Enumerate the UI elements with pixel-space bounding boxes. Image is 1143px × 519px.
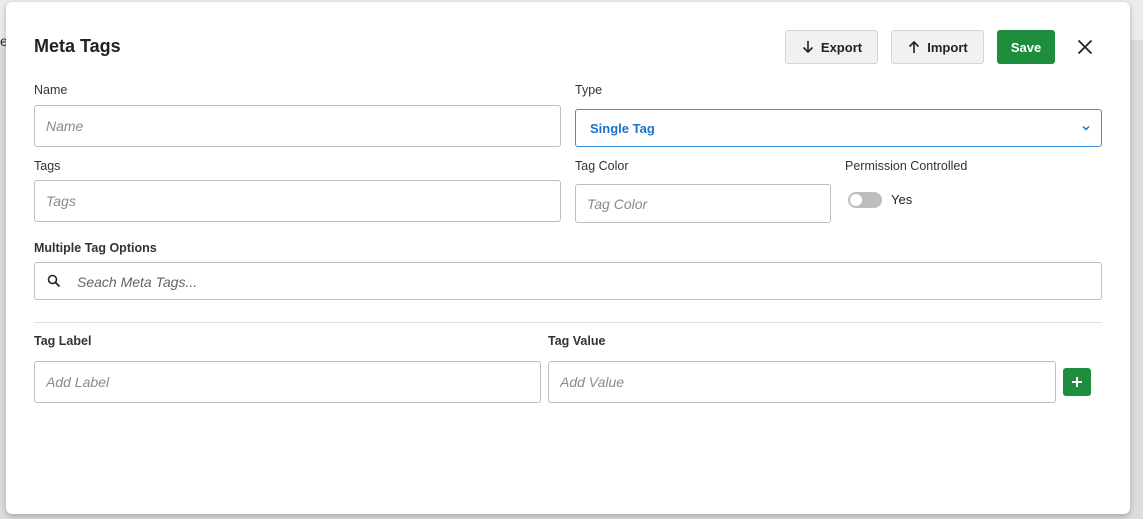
type-label: Type <box>575 83 603 97</box>
save-button[interactable]: Save <box>997 30 1055 64</box>
name-label: Name <box>34 83 68 97</box>
add-tag-button[interactable] <box>1063 368 1091 396</box>
search-icon <box>47 274 61 288</box>
tag-label-input[interactable] <box>34 361 541 403</box>
toggle-knob <box>850 194 862 206</box>
tags-label: Tags <box>34 159 61 173</box>
tag-color-input[interactable] <box>575 184 831 223</box>
export-label: Export <box>820 39 863 55</box>
tag-value-header: Tag Value <box>548 334 606 348</box>
tag-color-label: Tag Color <box>575 159 629 173</box>
dialog-title: Meta Tags <box>34 36 121 56</box>
import-button[interactable]: Import <box>891 30 984 64</box>
permission-toggle[interactable] <box>848 192 882 208</box>
plus-icon <box>1072 377 1082 387</box>
export-button[interactable]: Export <box>785 30 878 64</box>
search-field <box>34 262 1102 301</box>
meta-tags-dialog: Meta Tags Export Import Save Name Type S… <box>6 2 1130 514</box>
permission-toggle-text: Yes <box>891 192 913 207</box>
multiple-tag-options-label: Multiple Tag Options <box>34 241 157 255</box>
type-select-value: Single Tag <box>590 120 655 136</box>
arrow-up-icon <box>909 40 920 53</box>
search-input[interactable] <box>75 263 1089 301</box>
tags-input[interactable] <box>34 180 561 222</box>
divider <box>34 322 1102 323</box>
import-label: Import <box>927 39 968 55</box>
permission-label: Permission Controlled <box>845 159 968 173</box>
close-button[interactable] <box>1073 35 1097 59</box>
chevron-down-icon <box>1082 125 1090 131</box>
name-input[interactable] <box>34 105 561 147</box>
arrow-down-icon <box>802 41 813 54</box>
tag-value-input[interactable] <box>548 361 1056 403</box>
type-select[interactable]: Single Tag <box>575 109 1102 147</box>
close-icon <box>1077 39 1093 55</box>
tag-label-header: Tag Label <box>34 334 92 348</box>
